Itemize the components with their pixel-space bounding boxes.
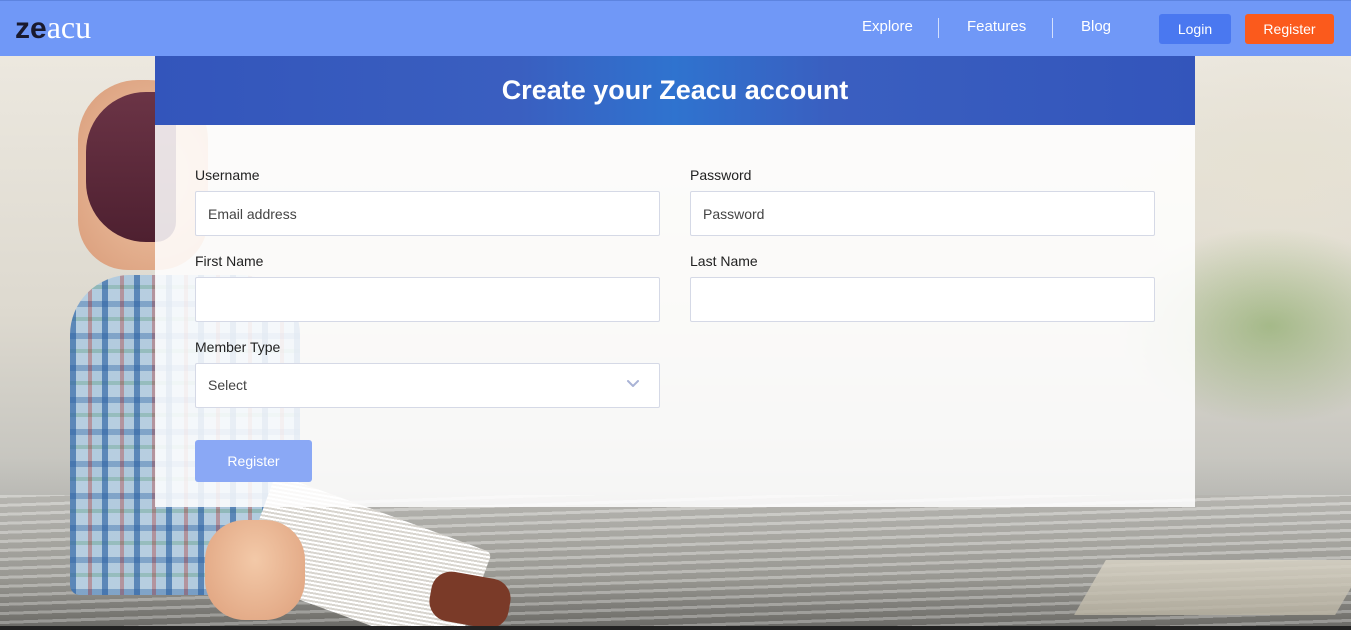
- form-title: Create your Zeacu account: [155, 56, 1195, 125]
- registration-card: Create your Zeacu account Username Passw…: [155, 56, 1195, 507]
- background-bench-edge: [1074, 560, 1351, 615]
- member-type-selected-value: Select: [208, 377, 247, 393]
- register-button[interactable]: Register: [1245, 14, 1334, 44]
- password-input[interactable]: [690, 191, 1155, 236]
- login-button[interactable]: Login: [1159, 14, 1231, 44]
- top-navbar: zeacu Explore Features Blog Login Regist…: [0, 0, 1351, 56]
- nav-divider: [1052, 18, 1053, 38]
- member-type-select[interactable]: Select: [195, 363, 660, 408]
- last-name-label: Last Name: [690, 253, 758, 269]
- first-name-input[interactable]: [195, 277, 660, 322]
- chevron-down-icon: [627, 380, 639, 387]
- last-name-input[interactable]: [690, 277, 1155, 322]
- password-label: Password: [690, 167, 752, 183]
- logo-text-acu: acu: [46, 9, 92, 45]
- background-child-hand: [205, 520, 305, 620]
- username-label: Username: [195, 167, 260, 183]
- nav-link-explore[interactable]: Explore: [862, 18, 913, 35]
- logo[interactable]: zeacu: [15, 9, 91, 49]
- logo-text-ze: ze: [15, 12, 47, 45]
- first-name-label: First Name: [195, 253, 264, 269]
- nav-link-features[interactable]: Features: [967, 18, 1026, 35]
- submit-register-button[interactable]: Register: [195, 440, 312, 482]
- nav-divider: [938, 18, 939, 38]
- bottom-edge: [0, 626, 1351, 630]
- nav-link-blog[interactable]: Blog: [1081, 18, 1111, 35]
- username-input[interactable]: [195, 191, 660, 236]
- member-type-label: Member Type: [195, 339, 281, 355]
